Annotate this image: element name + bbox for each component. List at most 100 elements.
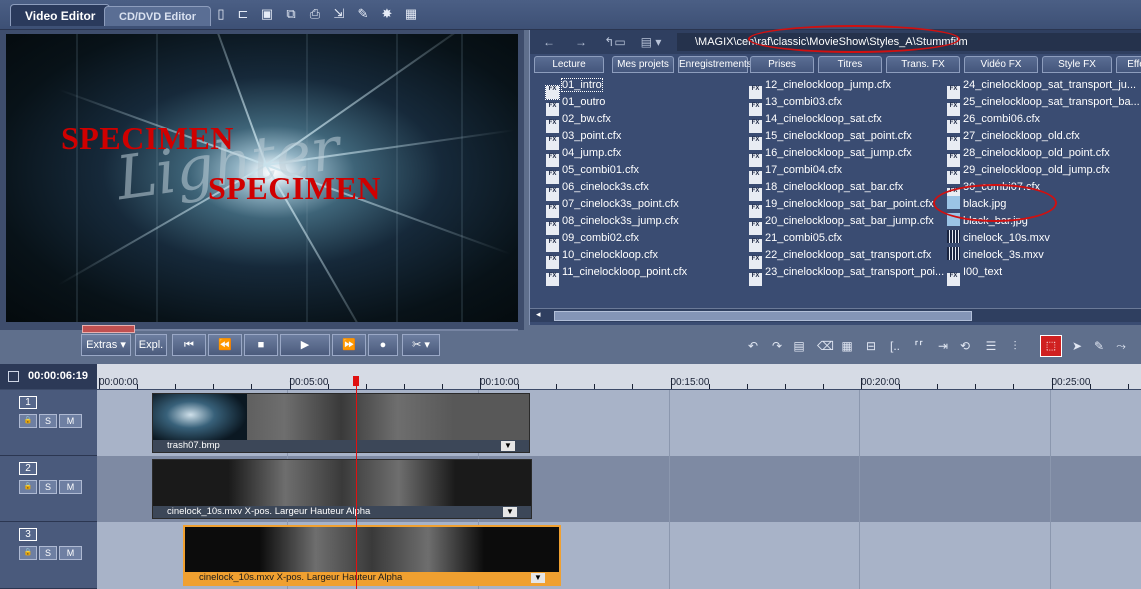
file-item[interactable]: cinelock_10s.mxv <box>947 230 1050 247</box>
browser-tab[interactable]: Lecture <box>534 56 604 73</box>
browser-tab[interactable]: Effe <box>1116 56 1141 73</box>
cut-icon[interactable]: ✂ ▾ <box>402 334 440 356</box>
file-item[interactable]: FX 02_bw.cfx <box>546 111 611 133</box>
track-lane[interactable]: trash07.bmp ▼ <box>97 390 1141 456</box>
file-item[interactable]: FX 24_cinelockloop_sat_transport_ju... <box>947 77 1136 99</box>
view-mode-icon[interactable]: ▤ ▾ <box>634 33 668 51</box>
track-lane[interactable]: cinelock_10s.mxv X-pos. Largeur Hauteur … <box>97 522 1141 589</box>
undo-icon[interactable]: ↶ <box>745 338 761 354</box>
file-item[interactable]: FX 09_combi02.cfx <box>546 230 639 252</box>
browser-tab[interactable]: Trans. FX <box>886 56 960 73</box>
file-item[interactable]: FX 10_cinelockloop.cfx <box>546 247 658 269</box>
multi-icon[interactable]: ⫶ <box>1007 338 1023 354</box>
replace-icon[interactable]: ⟲ <box>957 338 973 354</box>
file-item[interactable]: FX 28_cinelockloop_old_point.cfx <box>947 145 1110 167</box>
new-icon[interactable]: ▯ <box>212 6 230 22</box>
forward-icon[interactable]: → <box>570 33 592 51</box>
browser-tab[interactable]: Vidéo FX <box>964 56 1038 73</box>
move-icon[interactable]: ⇥ <box>935 338 951 354</box>
file-item[interactable]: FX 06_cinelock3s.cfx <box>546 179 649 201</box>
scroll-left-icon[interactable]: ◂ <box>536 309 541 320</box>
file-item[interactable]: FX 27_cinelockloop_old.cfx <box>947 128 1080 150</box>
tab-cddvd-editor[interactable]: CD/DVD Editor <box>104 6 211 26</box>
rewind-icon[interactable]: ⏪ <box>208 334 242 356</box>
back-icon[interactable]: ← <box>538 33 560 51</box>
file-item[interactable]: FX 13_combi03.cfx <box>749 94 842 116</box>
stop-icon[interactable]: ■ <box>244 334 278 356</box>
playhead[interactable] <box>356 376 357 589</box>
browser-tab[interactable]: Enregistrements <box>678 56 752 73</box>
snap-icon[interactable]: ⸢⸢ <box>911 338 927 354</box>
open-icon[interactable]: ⊏ <box>234 6 252 22</box>
go-to-start-icon[interactable]: ⏮ <box>172 334 206 356</box>
tab-video-editor[interactable]: Video Editor <box>10 4 111 26</box>
timeline-clip[interactable]: cinelock_10s.mxv X-pos. Largeur Hauteur … <box>152 459 532 519</box>
file-item[interactable]: FX 20_cinelockloop_sat_bar_jump.cfx <box>749 213 934 235</box>
curve-icon[interactable]: ⤳ <box>1113 338 1129 354</box>
file-item[interactable]: FX 15_cinelockloop_sat_point.cfx <box>749 128 912 150</box>
file-item[interactable]: FX 22_cinelockloop_sat_transport.cfx <box>749 247 931 269</box>
explorer-button[interactable]: Expl. <box>135 334 167 356</box>
browser-tab[interactable]: Mes projets <box>612 56 674 73</box>
track-number[interactable]: 2 <box>19 462 37 475</box>
lock-icon[interactable]: 🔒 <box>19 414 37 428</box>
pointer-icon[interactable]: ➤ <box>1069 338 1085 354</box>
timeline-clip[interactable]: cinelock_10s.mxv X-pos. Largeur Hauteur … <box>183 525 561 586</box>
file-item[interactable]: FX 08_cinelock3s_jump.cfx <box>546 213 679 235</box>
playhead-handle[interactable] <box>353 376 359 386</box>
track-number[interactable]: 1 <box>19 396 37 409</box>
save-icon[interactable]: ▣ <box>258 6 276 22</box>
mute-button[interactable]: M <box>59 480 82 494</box>
lock-icon[interactable]: 🔒 <box>19 480 37 494</box>
horizontal-scrollbar[interactable]: ◂ <box>530 308 1141 322</box>
file-item[interactable]: FX 01_outro <box>546 94 605 116</box>
list-icon[interactable]: ☰ <box>983 338 999 354</box>
scrollbar-thumb[interactable] <box>554 311 972 321</box>
clip-menu-icon[interactable]: ▼ <box>531 573 545 583</box>
scrub-track[interactable] <box>82 329 518 331</box>
time-ruler[interactable]: 00:00:00 00:05:00 00:10:00 00:15:00 00:20:00… <box>97 364 1141 389</box>
track-lane[interactable]: cinelock_10s.mxv X-pos. Largeur Hauteur … <box>97 456 1141 522</box>
timecode-toggle-icon[interactable] <box>8 371 19 382</box>
file-item[interactable]: FX 18_cinelockloop_sat_bar.cfx <box>749 179 903 201</box>
effects-icon[interactable]: ✎ <box>354 6 372 22</box>
file-item[interactable]: FX 29_cinelockloop_old_jump.cfx <box>947 162 1110 184</box>
file-item[interactable]: FX 11_cinelockloop_point.cfx <box>546 264 687 286</box>
file-item[interactable]: FX 19_cinelockloop_sat_bar_point.cfx <box>749 196 934 218</box>
mouse-mode-icon[interactable]: ⬚ <box>1040 335 1062 357</box>
file-item[interactable]: FX 05_combi01.cfx <box>546 162 639 184</box>
delete-icon[interactable]: ▤ <box>791 338 807 354</box>
track-number[interactable]: 3 <box>19 528 37 541</box>
file-item[interactable]: FX 26_combi06.cfx <box>947 111 1040 133</box>
wizard-icon[interactable]: ✸ <box>378 6 396 22</box>
file-item[interactable]: FX 12_cinelockloop_jump.cfx <box>749 77 891 99</box>
redo-icon[interactable]: ↷ <box>769 338 785 354</box>
solo-button[interactable]: S <box>39 480 57 494</box>
file-item[interactable]: FX 07_cinelock3s_point.cfx <box>546 196 679 218</box>
browser-tab[interactable]: Titres <box>818 56 882 73</box>
file-item[interactable]: FX 01_intro <box>545 77 603 100</box>
browser-tab[interactable]: Prises <box>750 56 814 73</box>
file-item[interactable]: FX I00_text <box>947 264 1002 286</box>
file-item[interactable]: FX 25_cinelockloop_sat_transport_ba... <box>947 94 1140 116</box>
timeline-clip[interactable]: trash07.bmp ▼ <box>152 393 530 453</box>
extras-dropdown[interactable]: Extras ▾ <box>81 334 131 356</box>
file-item[interactable]: FX 03_point.cfx <box>546 128 621 150</box>
clip-menu-icon[interactable]: ▼ <box>501 441 515 451</box>
folder-up-icon[interactable]: ↰▭ <box>600 33 630 51</box>
file-item[interactable]: cinelock_3s.mxv <box>947 247 1044 264</box>
export-icon[interactable]: ⇲ <box>330 6 348 22</box>
save-as-icon[interactable]: ⧉ <box>282 6 300 22</box>
file-item[interactable]: FX 21_combi05.cfx <box>749 230 842 252</box>
lock-icon[interactable]: 🔒 <box>19 546 37 560</box>
solo-button[interactable]: S <box>39 414 57 428</box>
grid-icon[interactable]: ▦ <box>402 6 420 22</box>
file-item[interactable]: FX 23_cinelockloop_sat_transport_poi... <box>749 264 944 286</box>
record-icon[interactable]: ● <box>368 334 398 356</box>
group-icon[interactable]: ▦ <box>839 338 855 354</box>
eraser-icon[interactable]: ⌫ <box>817 338 834 354</box>
file-item[interactable]: FX 04_jump.cfx <box>546 145 621 167</box>
file-item[interactable]: FX 17_combi04.cfx <box>749 162 842 184</box>
mute-button[interactable]: M <box>59 414 82 428</box>
split-icon[interactable]: [.. <box>887 338 903 354</box>
